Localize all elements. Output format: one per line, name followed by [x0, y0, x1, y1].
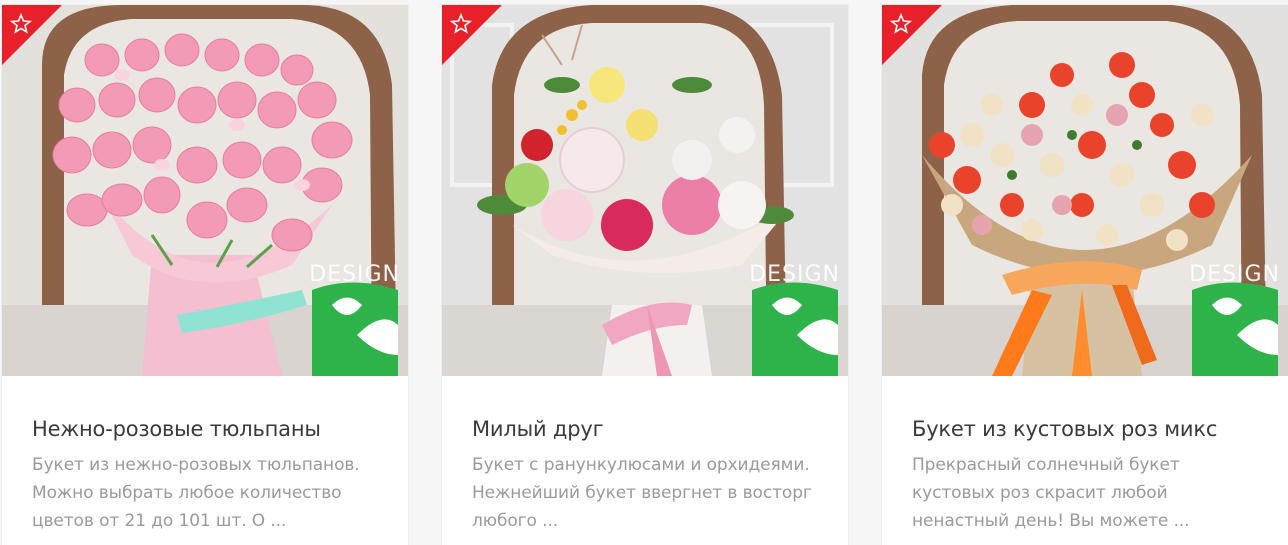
star-icon — [442, 5, 502, 65]
product-title[interactable]: Букет из кустовых роз микс — [912, 417, 1272, 441]
description-line: Нежнейший букет ввергнет в восторг — [472, 483, 812, 503]
description-line: Прекрасный солнечный букет — [912, 455, 1180, 475]
tulip-bouquet-image — [2, 5, 408, 376]
product-photo[interactable]: DESIGN — [2, 5, 408, 376]
description-line: Можно выбрать любое количество — [32, 483, 342, 503]
product-photo[interactable]: DESIGN — [442, 5, 848, 376]
star-icon — [882, 5, 942, 65]
product-card[interactable]: DESIGN Милый друг Букет с ранункулюсами … — [442, 5, 848, 545]
product-title[interactable]: Нежно-розовые тюльпаны — [32, 417, 392, 441]
description-line: кустовых роз скрасит любой — [912, 483, 1168, 503]
description-line: Букет из нежно-розовых тюльпанов. — [32, 455, 360, 475]
product-grid: DESIGN Нежно-розовые тюльпаны Букет из н… — [0, 0, 1288, 545]
spray-roses-bouquet-image — [882, 5, 1288, 376]
watermark-text: DESIGN — [309, 262, 400, 287]
watermark-text: DESIGN — [749, 262, 840, 287]
description-line: любого ... — [472, 511, 559, 531]
description-line: ненастный день! Вы можете ... — [912, 511, 1190, 531]
product-description: Букет с ранункулюсами и орхидеями. Нежне… — [472, 451, 832, 535]
product-description: Прекрасный солнечный букет кустовых роз … — [912, 451, 1272, 535]
product-card[interactable]: DESIGN Букет из кустовых роз микс Прекра… — [882, 5, 1288, 545]
product-title[interactable]: Милый друг — [472, 417, 832, 441]
product-card[interactable]: DESIGN Нежно-розовые тюльпаны Букет из н… — [2, 5, 408, 545]
watermark-text: DESIGN — [1189, 262, 1280, 287]
product-description: Букет из нежно-розовых тюльпанов. Можно … — [32, 451, 392, 535]
description-line: цветов от 21 до 101 шт. О ... — [32, 511, 287, 531]
star-icon — [2, 5, 62, 65]
description-line: Букет с ранункулюсами и орхидеями. — [472, 455, 810, 475]
product-photo[interactable]: DESIGN — [882, 5, 1288, 376]
ranunculus-bouquet-image — [442, 5, 848, 376]
